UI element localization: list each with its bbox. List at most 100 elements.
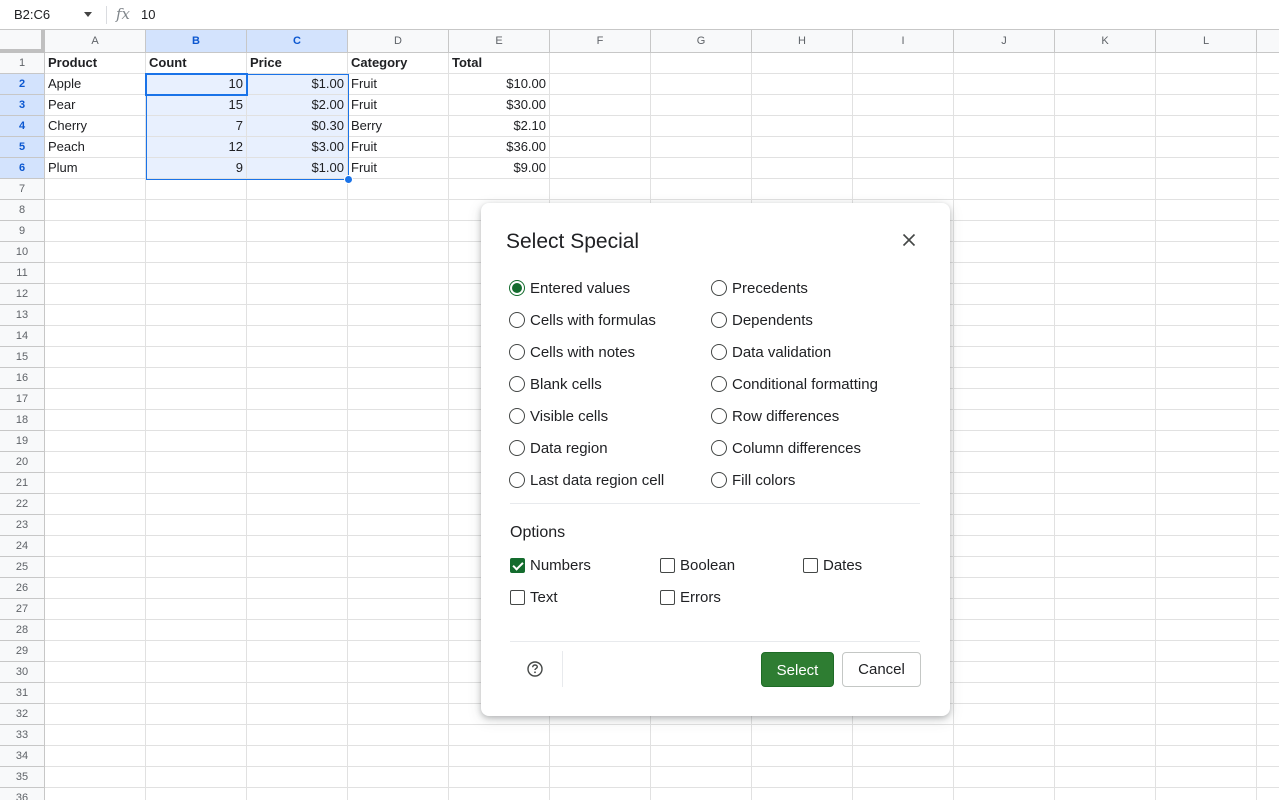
cell[interactable]: $1.00 [247,74,348,95]
row-header-8[interactable]: 8 [0,200,45,221]
cell[interactable] [1257,53,1279,74]
cell[interactable] [954,683,1055,704]
select-button[interactable]: Select [761,652,834,687]
row-header-28[interactable]: 28 [0,620,45,641]
cell[interactable] [1055,536,1156,557]
cell[interactable] [348,410,449,431]
cell[interactable] [146,599,247,620]
cell[interactable] [348,221,449,242]
cell[interactable] [1156,158,1257,179]
cell[interactable] [45,179,146,200]
cell[interactable] [1156,431,1257,452]
cell[interactable] [247,242,348,263]
cell[interactable] [954,704,1055,725]
cell[interactable] [853,74,954,95]
row-header-14[interactable]: 14 [0,326,45,347]
cell[interactable] [550,746,651,767]
cell[interactable]: Cherry [45,116,146,137]
cell[interactable] [954,788,1055,800]
cell[interactable] [1257,179,1279,200]
row-header-6[interactable]: 6 [0,158,45,179]
cell[interactable] [1055,620,1156,641]
row-header-1[interactable]: 1 [0,53,45,74]
cell[interactable] [247,179,348,200]
cell[interactable] [1156,347,1257,368]
cell[interactable]: Total [449,53,550,74]
cell[interactable] [1055,305,1156,326]
cell[interactable] [1257,200,1279,221]
cell[interactable] [247,746,348,767]
cell[interactable] [550,53,651,74]
cell[interactable]: Fruit [348,74,449,95]
cell[interactable]: Count [146,53,247,74]
cell[interactable] [1156,389,1257,410]
cell[interactable]: $9.00 [449,158,550,179]
cell[interactable] [45,431,146,452]
cell[interactable] [853,158,954,179]
row-header-26[interactable]: 26 [0,578,45,599]
cell[interactable]: Berry [348,116,449,137]
cell[interactable] [247,557,348,578]
cell[interactable] [449,179,550,200]
cell[interactable] [954,641,1055,662]
cell[interactable] [1055,599,1156,620]
cell[interactable]: 15 [146,95,247,116]
cell[interactable] [1156,95,1257,116]
row-header-20[interactable]: 20 [0,452,45,473]
row-header-34[interactable]: 34 [0,746,45,767]
cell[interactable] [954,431,1055,452]
cell[interactable] [1055,788,1156,800]
cell[interactable] [954,95,1055,116]
cell[interactable]: 12 [146,137,247,158]
cell[interactable] [1257,431,1279,452]
cell[interactable] [752,788,853,800]
cell[interactable] [954,179,1055,200]
cell[interactable] [1257,641,1279,662]
cell[interactable] [45,494,146,515]
cell[interactable] [146,578,247,599]
cell[interactable] [348,305,449,326]
cell[interactable] [1156,557,1257,578]
row-header-33[interactable]: 33 [0,725,45,746]
cell[interactable] [348,242,449,263]
row-header-36[interactable]: 36 [0,788,45,800]
cell[interactable]: $2.00 [247,95,348,116]
row-header-17[interactable]: 17 [0,389,45,410]
cell[interactable] [550,179,651,200]
cell[interactable] [1156,116,1257,137]
help-icon[interactable] [525,659,545,679]
cell[interactable] [954,326,1055,347]
cell[interactable] [550,95,651,116]
column-header-h[interactable]: H [752,30,853,53]
cell[interactable] [1055,704,1156,725]
cell[interactable] [1055,116,1156,137]
cell[interactable] [1055,683,1156,704]
cell[interactable] [45,410,146,431]
cell[interactable] [954,620,1055,641]
radio-visible-cells[interactable]: Visible cells [509,404,608,428]
cell[interactable] [449,746,550,767]
cell[interactable] [348,284,449,305]
cell[interactable] [45,263,146,284]
radio-button[interactable] [711,472,727,488]
cell[interactable] [752,767,853,788]
radio-button[interactable] [711,280,727,296]
cell[interactable] [348,662,449,683]
cell[interactable] [247,725,348,746]
cell[interactable]: Fruit [348,95,449,116]
cell[interactable] [853,137,954,158]
cell[interactable] [1257,494,1279,515]
column-header-a[interactable]: A [45,30,146,53]
cell[interactable] [146,683,247,704]
cell[interactable] [1257,578,1279,599]
cell[interactable] [348,578,449,599]
cell[interactable]: Apple [45,74,146,95]
radio-button[interactable] [711,440,727,456]
formula-input[interactable]: 10 [141,7,155,22]
cell[interactable] [146,473,247,494]
cell[interactable] [45,368,146,389]
cell[interactable] [146,704,247,725]
cell[interactable] [651,767,752,788]
cell[interactable] [146,326,247,347]
cell[interactable] [752,116,853,137]
